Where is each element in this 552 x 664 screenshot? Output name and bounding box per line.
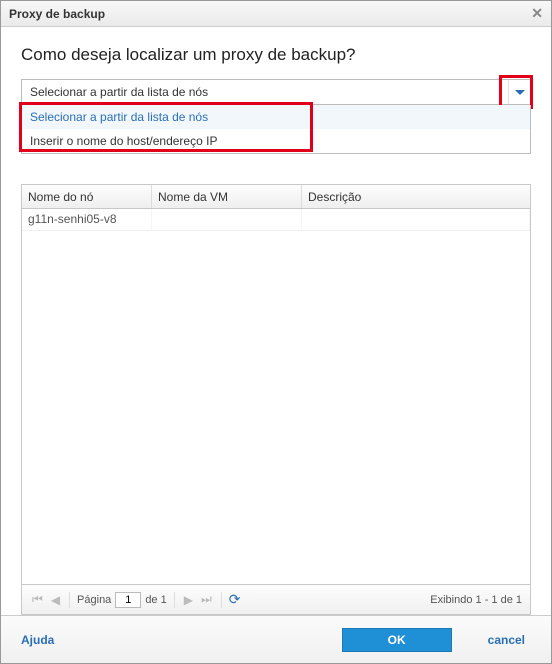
- separator: [221, 592, 222, 608]
- col-header-desc[interactable]: Descrição: [302, 185, 530, 208]
- refresh-icon[interactable]: ⟳: [229, 591, 241, 608]
- page-label-prefix: Página: [77, 594, 111, 606]
- separator: [69, 592, 70, 608]
- page-label-suffix: de 1: [145, 594, 166, 606]
- dropdown-option-from-list[interactable]: Selecionar a partir da lista de nós: [22, 105, 530, 129]
- select-wrap: Selecionar a partir da lista de nós Sele…: [21, 79, 531, 154]
- select-trigger[interactable]: [508, 80, 530, 104]
- table-body: g11n-senhi05-v8: [22, 209, 530, 584]
- select-method[interactable]: Selecionar a partir da lista de nós: [21, 79, 531, 105]
- page-heading: Como deseja localizar um proxy de backup…: [21, 45, 531, 65]
- footer-right: OK cancel: [342, 628, 531, 652]
- dropdown-list: Selecionar a partir da lista de nós Inse…: [21, 105, 531, 154]
- cell-desc: [302, 209, 530, 230]
- dialog-footer: Ajuda OK cancel: [1, 615, 551, 663]
- col-header-vm[interactable]: Nome da VM: [152, 185, 302, 208]
- pager-left: ⏮ ◀ Página de 1 ▶ ⏭ ⟳: [30, 590, 241, 609]
- close-icon[interactable]: ✕: [531, 5, 543, 22]
- table-header: Nome do nó Nome da VM Descrição: [22, 185, 530, 209]
- ok-button[interactable]: OK: [342, 628, 452, 652]
- first-page-icon[interactable]: ⏮: [30, 590, 45, 609]
- titlebar: Proxy de backup ✕: [1, 1, 551, 27]
- pager: ⏮ ◀ Página de 1 ▶ ⏭ ⟳ Exibindo 1 - 1 de …: [22, 584, 530, 614]
- dialog: Proxy de backup ✕ Como deseja localizar …: [0, 0, 552, 664]
- window-title: Proxy de backup: [9, 7, 105, 21]
- dropdown-option-host-ip[interactable]: Inserir o nome do host/endereço IP: [22, 129, 530, 153]
- prev-page-icon[interactable]: ◀: [49, 591, 62, 609]
- node-table: Nome do nó Nome da VM Descrição g11n-sen…: [21, 184, 531, 615]
- page-input[interactable]: [115, 592, 141, 608]
- help-link[interactable]: Ajuda: [21, 633, 54, 647]
- pager-status: Exibindo 1 - 1 de 1: [430, 594, 522, 606]
- select-value: Selecionar a partir da lista de nós: [30, 85, 208, 99]
- cell-vm: [152, 209, 302, 230]
- dialog-body: Como deseja localizar um proxy de backup…: [1, 27, 551, 615]
- chevron-down-icon: [515, 90, 525, 95]
- col-header-node[interactable]: Nome do nó: [22, 185, 152, 208]
- next-page-icon[interactable]: ▶: [182, 591, 195, 609]
- last-page-icon[interactable]: ⏭: [199, 590, 214, 609]
- cell-node: g11n-senhi05-v8: [22, 209, 152, 230]
- cancel-button[interactable]: cancel: [482, 632, 531, 648]
- table-row[interactable]: g11n-senhi05-v8: [22, 209, 530, 231]
- separator: [174, 592, 175, 608]
